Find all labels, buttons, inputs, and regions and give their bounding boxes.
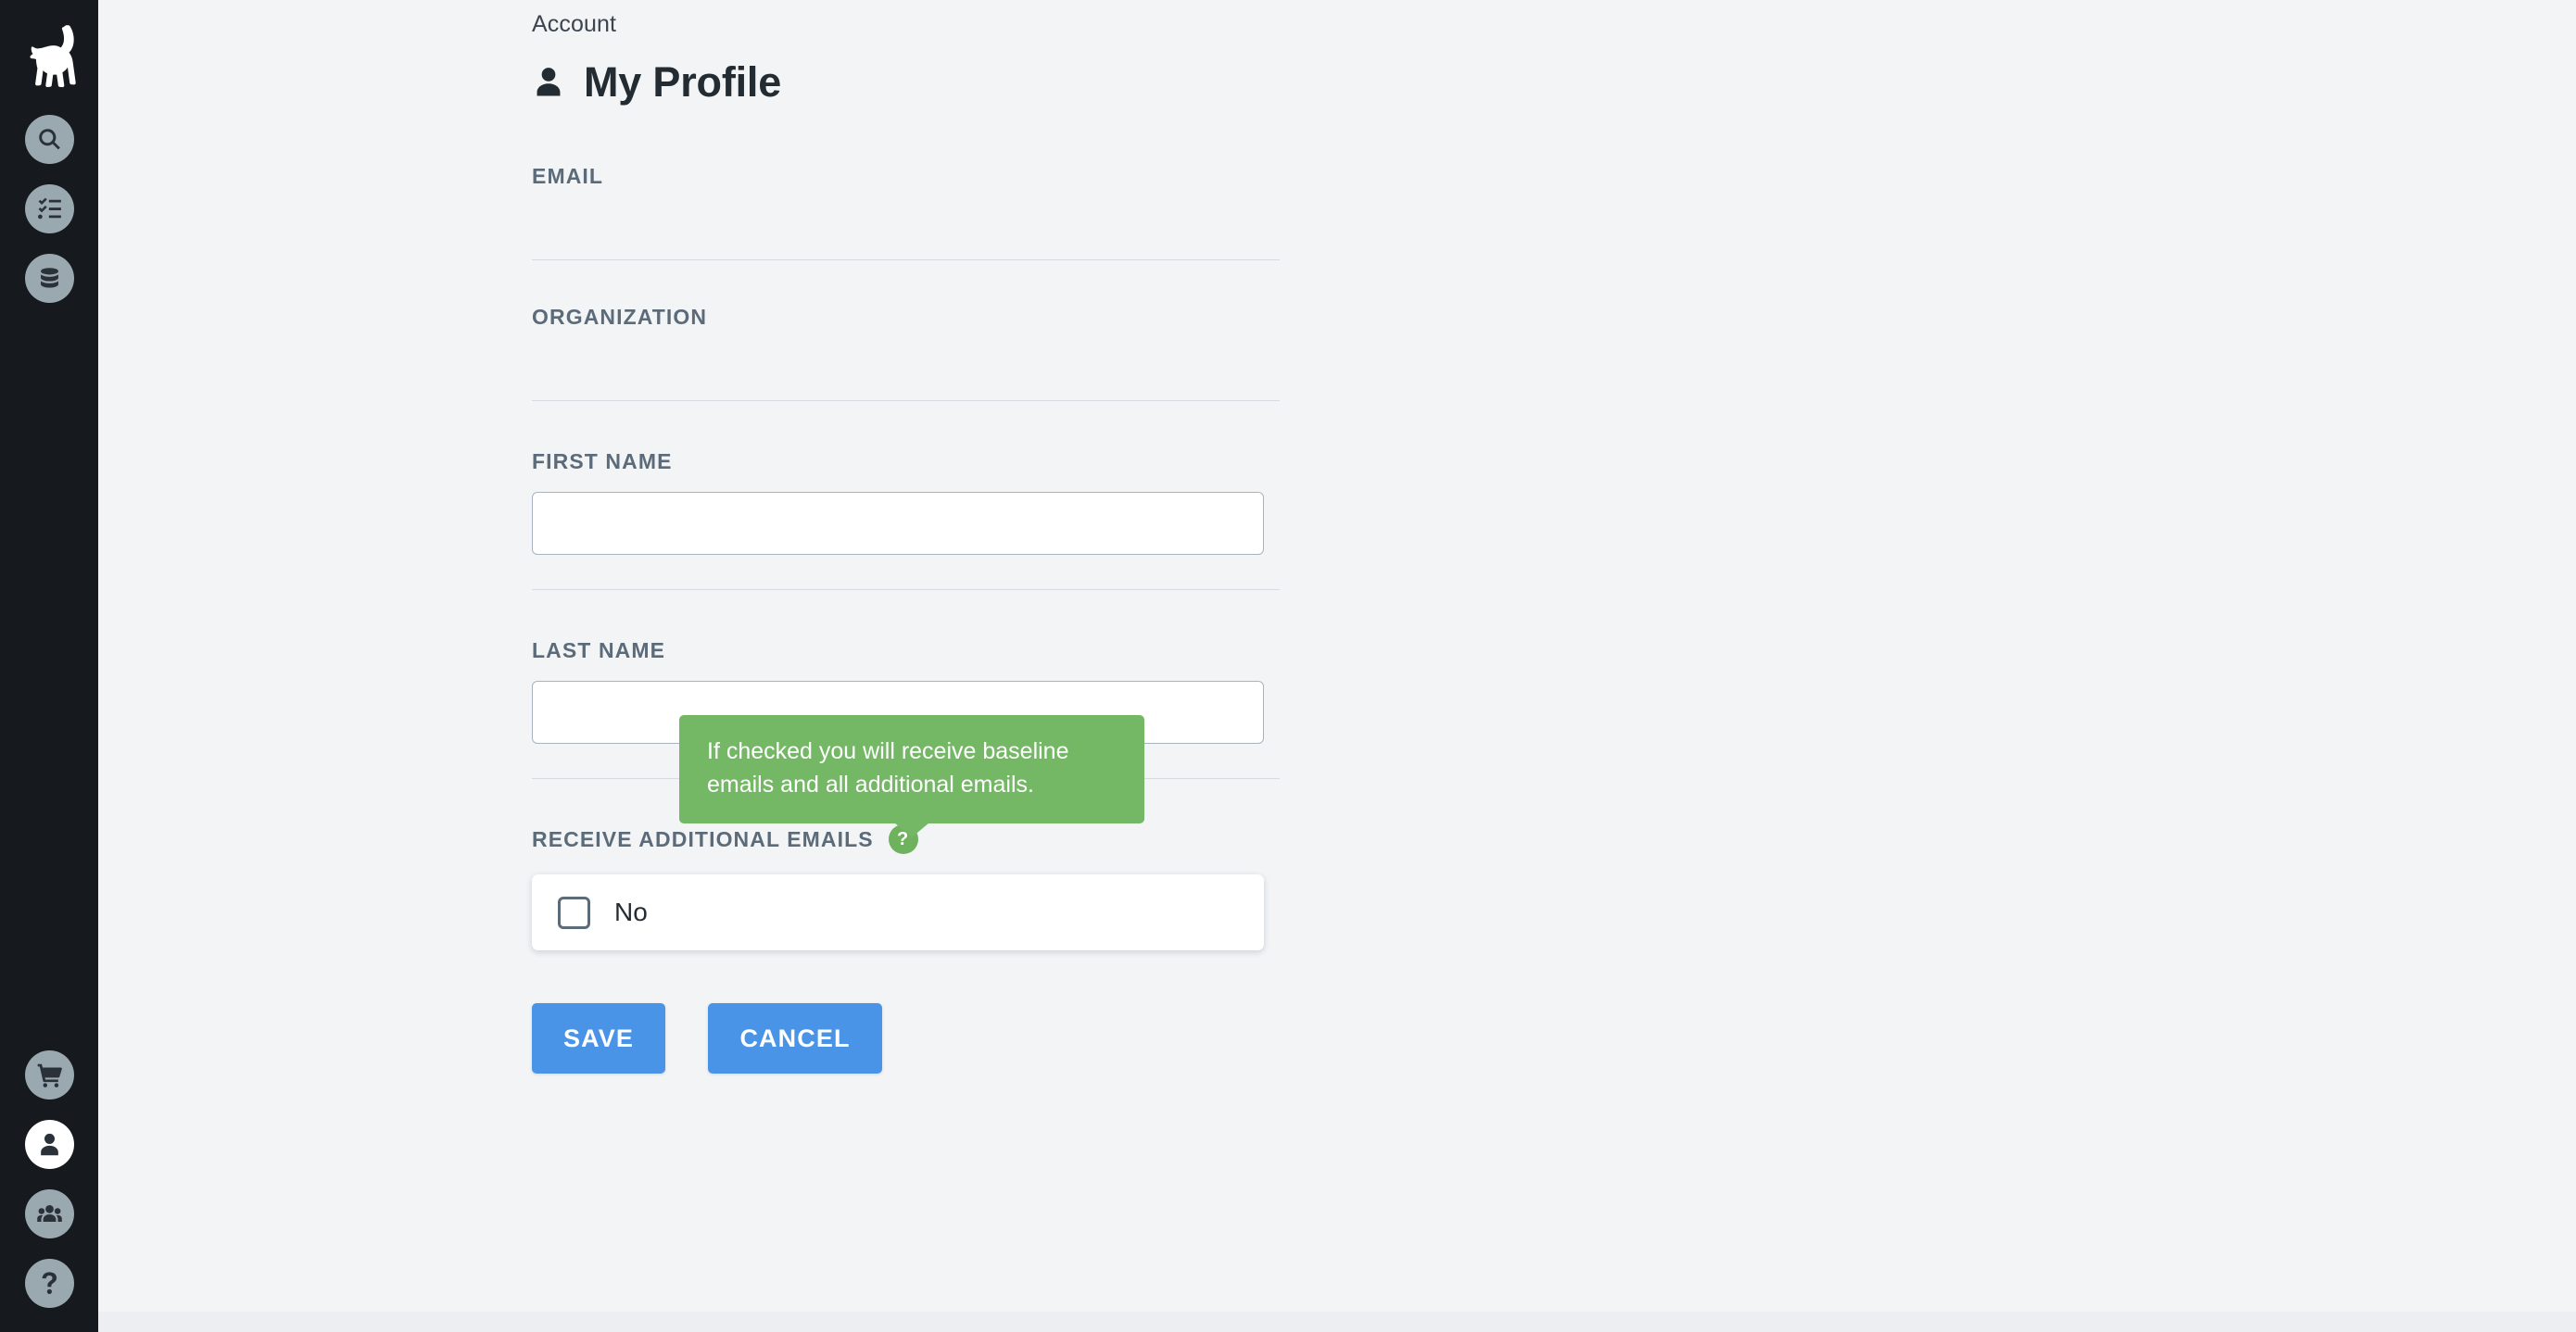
checklist-icon <box>37 196 62 221</box>
sidebar <box>0 0 98 1332</box>
field-email: EMAIL <box>532 164 1282 260</box>
receive-additional-emails-label-text: RECEIVE ADDITIONAL EMAILS <box>532 826 874 851</box>
search-icon <box>37 127 62 152</box>
help-tooltip: If checked you will receive baseline ema… <box>679 715 1144 823</box>
save-button[interactable]: SAVE <box>532 1003 665 1074</box>
sidebar-bottom-nav <box>0 1050 98 1308</box>
question-icon <box>37 1271 62 1296</box>
form-actions: SAVE CANCEL <box>532 1003 1282 1074</box>
email-label: EMAIL <box>532 164 604 188</box>
sidebar-item-help[interactable] <box>24 1259 74 1308</box>
page-title-row: My Profile <box>532 58 2576 107</box>
field-first-name: FIRST NAME <box>532 449 1282 590</box>
email-value <box>532 189 1282 237</box>
first-name-input[interactable] <box>532 492 1264 555</box>
user-icon <box>37 1132 62 1157</box>
divider <box>532 400 1280 401</box>
sidebar-item-teams[interactable] <box>24 1189 74 1238</box>
profile-form: EMAIL ORGANIZATION FIRST NAME LAST NAME <box>532 164 1282 1074</box>
field-receive-additional-emails: If checked you will receive baseline ema… <box>532 715 1282 950</box>
cancel-button[interactable]: CANCEL <box>708 1003 882 1074</box>
sidebar-item-tasks[interactable] <box>24 184 74 233</box>
cart-icon <box>37 1062 62 1087</box>
page-bottom-strip <box>98 1312 2576 1332</box>
breadcrumb[interactable]: Account <box>532 0 2576 38</box>
app-root: Account My Profile EMAIL ORGANIZATION FI… <box>0 0 2576 1332</box>
divider <box>532 259 1280 260</box>
page-title: My Profile <box>584 58 782 106</box>
sidebar-item-search[interactable] <box>24 115 74 164</box>
sidebar-item-profile[interactable] <box>24 1120 74 1169</box>
user-icon <box>532 65 565 100</box>
main-content: Account My Profile EMAIL ORGANIZATION FI… <box>98 0 2576 1332</box>
organization-value <box>532 330 1282 378</box>
field-organization: ORGANIZATION <box>532 305 1282 401</box>
last-name-label: LAST NAME <box>532 638 666 662</box>
database-icon <box>37 266 62 291</box>
sidebar-item-cart[interactable] <box>24 1050 74 1100</box>
users-icon <box>36 1201 62 1226</box>
sidebar-item-data[interactable] <box>24 254 74 303</box>
receive-additional-emails-checkbox-label: No <box>614 898 648 926</box>
receive-additional-emails-checkbox[interactable] <box>558 896 590 929</box>
organization-label: ORGANIZATION <box>532 305 708 329</box>
first-name-label: FIRST NAME <box>532 449 673 473</box>
receive-additional-emails-checkbox-card[interactable]: No <box>532 874 1264 950</box>
sidebar-top-nav <box>24 115 74 303</box>
ibex-logo[interactable] <box>17 24 82 91</box>
divider <box>532 589 1280 590</box>
